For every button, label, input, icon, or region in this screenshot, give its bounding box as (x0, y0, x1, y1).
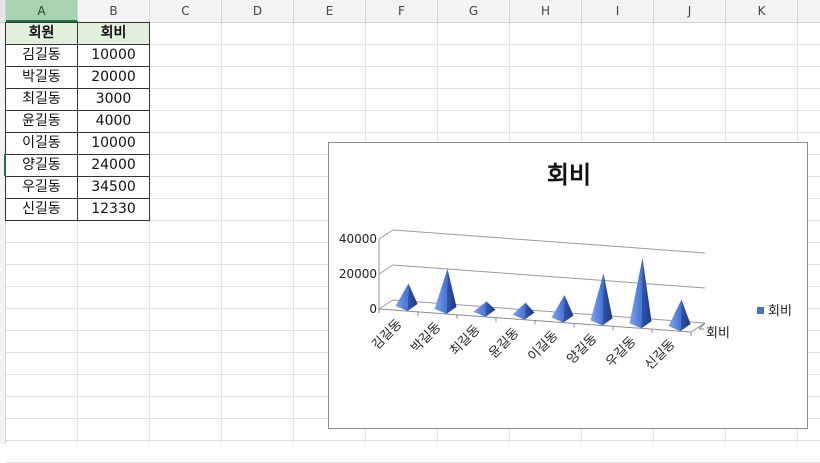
pyramid-side-face (641, 257, 652, 329)
gridline (392, 264, 706, 289)
category-label: 윤길동 (486, 326, 522, 362)
active-cell-marker (4, 154, 6, 176)
left-wall-edge (378, 229, 394, 240)
pyramid-side-face (524, 302, 535, 320)
table-cell[interactable]: 박길동 (5, 67, 78, 89)
grid-column-line (293, 23, 294, 444)
pyramid-side-face (485, 301, 496, 317)
left-floor-edge (378, 299, 394, 310)
column-header-j[interactable]: J (654, 0, 726, 22)
pyramid-front-face (473, 301, 487, 317)
grid-column-line (221, 23, 222, 444)
table-cell[interactable]: 24000 (78, 155, 150, 177)
column-header-b[interactable]: B (78, 0, 150, 22)
table-cell[interactable]: 양길동 (5, 155, 78, 177)
table-cell[interactable]: 4000 (78, 111, 150, 133)
column-header-e[interactable]: E (294, 0, 366, 22)
category-label: 신길동 (642, 337, 678, 373)
column-header-f[interactable]: F (366, 0, 438, 22)
pyramid-side-face (563, 295, 574, 323)
table-cell[interactable]: 우길동 (5, 177, 78, 199)
table-cell[interactable]: 김길동 (5, 45, 78, 67)
pyramid-chart: 회비02000040000김길동 박길동 최길동 윤길동 이길동 양길동 우길동 신길동회비회… (339, 161, 792, 373)
category-label: 김길동 (369, 317, 405, 353)
table-cell[interactable]: 10000 (78, 133, 150, 155)
legend-label: 회비 (768, 304, 792, 319)
pyramid-front-face (395, 283, 409, 312)
depth-axis-label: 회비 (706, 326, 730, 341)
category-label: 최길동 (447, 323, 483, 359)
left-wall-grid (378, 264, 394, 275)
column-header-a[interactable]: A (6, 0, 78, 22)
category-label: 이길동 (525, 328, 561, 364)
chart-title: 회비 (547, 161, 591, 189)
pyramid-front-face (629, 257, 643, 329)
table-cell[interactable]: 이길동 (5, 133, 78, 155)
table-header-cell[interactable]: 회비 (78, 22, 150, 45)
chart-object[interactable]: 회비 0 20000 40000 김길동 박길동 최길동 윤길동 이길동 양길동 우길동 신길동 회비 회… (328, 142, 808, 429)
column-header-g[interactable]: G (438, 0, 510, 22)
y-tick-label: 20000 (339, 267, 377, 281)
column-header-i[interactable]: I (582, 0, 654, 22)
table-cell[interactable]: 3000 (78, 89, 150, 111)
pyramid-front-face (434, 268, 448, 314)
category-label: 우길동 (603, 334, 639, 370)
y-tick-label: 0 (369, 302, 377, 316)
table-cell[interactable]: 윤길동 (5, 111, 78, 133)
table-cell[interactable]: 신길동 (5, 199, 78, 221)
category-label: 양길동 (564, 331, 600, 367)
column-header-k[interactable]: K (726, 0, 798, 22)
grid-row-line (6, 440, 820, 441)
floor-right-edge (690, 322, 706, 333)
gridline (392, 229, 706, 254)
category-label: 박길동 (408, 320, 444, 356)
legend-marker (757, 307, 764, 314)
pyramid-front-face (590, 273, 604, 326)
pyramid-front-face (512, 302, 526, 320)
table-cell[interactable]: 20000 (78, 67, 150, 89)
table-cell[interactable]: 12330 (78, 199, 150, 221)
column-header-d[interactable]: D (222, 0, 294, 22)
pyramid-side-face (407, 283, 418, 312)
pyramid-front-face (551, 295, 565, 323)
pyramid-side-face (680, 299, 691, 332)
pyramid-front-face (668, 299, 682, 332)
table-cell[interactable]: 34500 (78, 177, 150, 199)
table-cell[interactable]: 최길동 (5, 89, 78, 111)
column-header-c[interactable]: C (150, 0, 222, 22)
table-cell[interactable]: 10000 (78, 45, 150, 67)
pyramid-side-face (446, 268, 457, 314)
column-header-bar: ABCDEFGHIJK (0, 0, 820, 23)
column-header-h[interactable]: H (510, 0, 582, 22)
y-tick-label: 40000 (339, 232, 377, 246)
table-header-cell[interactable]: 회원 (5, 22, 78, 45)
